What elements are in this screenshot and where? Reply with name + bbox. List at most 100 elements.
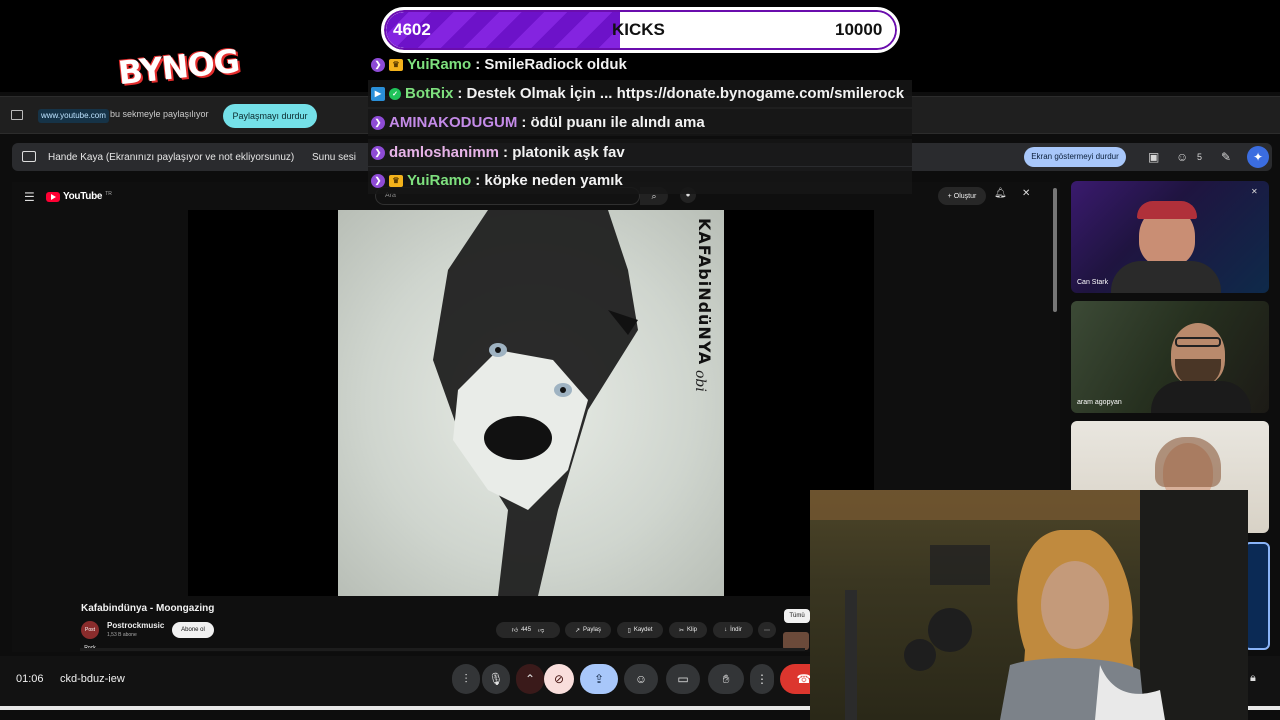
subscribe-button[interactable]: Abone ol (172, 622, 214, 638)
create-label: Oluştur (953, 192, 977, 200)
like-count: 445 (521, 627, 532, 633)
divider (80, 648, 805, 651)
webcam-scene (810, 490, 1248, 720)
youtube-logo-text: YouTube (63, 191, 103, 202)
chat-username: damloshanimm (389, 144, 500, 161)
plus-icon: + (947, 192, 952, 200)
presentation-status-text: Hande Kaya (Ekranınızı paylaşıyor ve not… (48, 152, 295, 163)
mic-muted-icon: ✕ (1251, 187, 1258, 196)
more-actions-icon[interactable]: ⋯ (758, 622, 776, 638)
sub-badge-icon: ❯ (371, 115, 385, 130)
bot-icon: ▶ (371, 86, 385, 101)
chat-username: BotRix (405, 85, 454, 102)
scissors-icon: ✂ (678, 627, 684, 634)
filter-chip-all[interactable]: Tümü (784, 609, 810, 623)
youtube-country-code: TR (105, 190, 112, 197)
present-screen-icon (22, 151, 36, 162)
download-button[interactable]: ↓ İndir (713, 622, 753, 638)
album-artist-text: KAFAbiNdüNYA (695, 218, 714, 366)
stop-presenting-button[interactable]: Ekran göstermeyi durdur (1024, 147, 1126, 167)
gemini-icon[interactable]: ✦ (1247, 146, 1269, 168)
microphone-icon[interactable]: 🎙︎ (482, 664, 510, 694)
participant-count: 5 (1197, 152, 1203, 162)
captions-icon[interactable]: ▭ (666, 664, 700, 694)
verified-icon: ✓ (389, 87, 401, 100)
present-now-icon[interactable]: ⇪ (580, 664, 618, 694)
husky-dog-image (433, 210, 638, 596)
chat-message: ▶ ✓ BotRix : Destek Olmak İçin ... https… (368, 80, 912, 107)
save-label: Kaydet (633, 627, 653, 633)
album-title-text: obi (692, 370, 708, 392)
chat-text: : platonik aşk fav (503, 144, 625, 161)
sub-badge-icon: ❯ (371, 145, 385, 160)
participant-tile[interactable]: Can Stark ✕ (1071, 181, 1269, 293)
bookmark-icon: ▯ (627, 627, 631, 634)
stop-sharing-button[interactable]: Paylaşmayı durdur (223, 104, 317, 128)
chat-username: YuiRamo (407, 172, 472, 189)
crown-icon: ♛ (389, 174, 403, 187)
participant-name: aram agopyan (1077, 399, 1122, 406)
glasses (1175, 337, 1221, 347)
participant-body (1111, 261, 1221, 293)
menu-icon[interactable]: ☰ (24, 190, 35, 204)
save-button[interactable]: ▯ Kaydet (617, 622, 663, 638)
chevron-up-icon[interactable]: ⌃ (516, 664, 544, 694)
clip-label: Klip (687, 627, 698, 633)
tab-share-icon (11, 110, 23, 120)
chat-message: ❯ AMINAKODUGUM : ödül puanı ile alındı a… (368, 109, 912, 136)
shared-tab-url: www.youtube.com (38, 109, 109, 123)
thumbs-up-icon: 👍︎ (511, 628, 519, 634)
thumbs-down-icon: 👎︎ (538, 628, 545, 634)
bell-icon[interactable]: 🔔︎ (994, 188, 1007, 199)
download-label: İndir (730, 627, 742, 633)
raise-hand-icon[interactable]: ✋︎ (708, 664, 744, 694)
kicks-goal: 10000 (835, 20, 883, 39)
streamer-webcam (810, 490, 1248, 720)
camera-off-icon[interactable]: ⊘ (544, 664, 574, 694)
scrollbar[interactable] (1053, 188, 1057, 312)
channel-name[interactable]: Postrockmusic (107, 621, 164, 630)
share-status-text: bu sekmeyle paylaşılıyor (110, 109, 209, 119)
channel-avatar[interactable]: Post Rock (81, 621, 99, 651)
chat-message: ❯ ♛ YuiRamo : köpke neden yamık (368, 167, 912, 194)
pen-icon[interactable]: ✎ (1221, 150, 1231, 164)
share-icon: ↗ (574, 627, 580, 634)
chat-text: : SmileRadiock olduk (475, 56, 627, 73)
chat-text: : ödül puanı ile alındı ama (521, 114, 705, 131)
mic-off-icon[interactable]: ✕ (1022, 188, 1030, 199)
kicks-current: 4602 (393, 20, 431, 39)
chat-text: : Destek Olmak İçin ... https://donate.b… (457, 85, 905, 102)
audio-settings-icon[interactable]: ⫶ (452, 664, 480, 694)
share-button[interactable]: ↗ Paylaş (565, 622, 611, 638)
hair (1155, 437, 1221, 487)
participant-tile[interactable]: aram agopyan (1071, 301, 1269, 413)
chat-username: YuiRamo (407, 56, 472, 73)
sub-badge-icon: ❯ (371, 57, 385, 72)
host-controls-icon[interactable]: 🔒︎ (1250, 672, 1256, 685)
youtube-play-icon (46, 191, 60, 202)
participant-body (1151, 381, 1251, 413)
cap (1137, 201, 1197, 219)
chat-text: : köpke neden yamık (475, 172, 623, 189)
video-title: Kafabindünya - Moongazing (81, 603, 215, 614)
youtube-logo[interactable]: YouTube TR (46, 191, 112, 202)
crown-icon: ♛ (389, 58, 403, 71)
chat-username: AMINAKODUGUM (389, 114, 518, 131)
create-button[interactable]: + Oluştur (938, 187, 986, 205)
meeting-time: 01:06 (16, 673, 44, 685)
meeting-code: ckd-bduz-iew (60, 673, 125, 685)
more-options-icon[interactable]: ⋮ (750, 664, 774, 694)
chat-message: ❯ damloshanimm : platonik aşk fav (368, 139, 912, 166)
share-label: Paylaş (583, 627, 602, 633)
download-icon: ↓ (724, 627, 728, 633)
emoji-icon[interactable]: ☺ (624, 664, 658, 694)
people-icon[interactable]: ☺ (1176, 150, 1188, 164)
album-cover: KAFAbiNdüNYA obi (338, 210, 724, 596)
like-dislike-button[interactable]: 👍︎ 445 👎︎ (496, 622, 560, 638)
camera-off-icon[interactable]: ▣ (1148, 150, 1159, 164)
participant-name: Can Stark (1077, 279, 1109, 286)
chat-message: ❯ ♛ YuiRamo : SmileRadiock olduk (368, 51, 627, 78)
clip-button[interactable]: ✂ Klip (669, 622, 707, 638)
presentation-sound-toggle[interactable]: Sunu sesi (312, 152, 356, 163)
sub-badge-icon: ❯ (371, 173, 385, 188)
